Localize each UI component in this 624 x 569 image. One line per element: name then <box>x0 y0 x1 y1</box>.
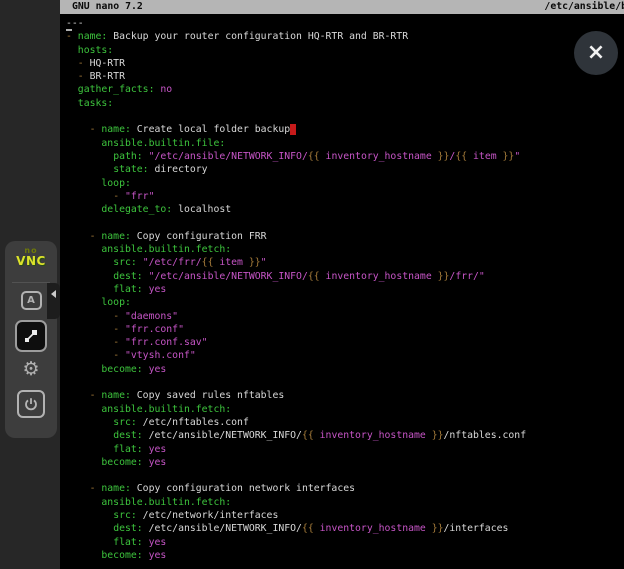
code-line: loop: <box>66 296 624 309</box>
drag-viewport-button[interactable] <box>15 320 47 352</box>
power-icon <box>23 396 39 412</box>
code-line: ansible.builtin.file: <box>66 137 624 150</box>
nano-filename: /etc/ansible/b <box>544 0 624 14</box>
screen: GNU nano 7.2 /etc/ansible/b ---- name: B… <box>0 0 624 569</box>
code-line: - name: Copy saved rules nftables <box>66 389 624 402</box>
code-line: dest: /etc/ansible/NETWORK_INFO/{{ inven… <box>66 522 624 535</box>
close-button[interactable]: × <box>574 31 618 75</box>
code-line: become: yes <box>66 549 624 562</box>
novnc-control-panel: no VNC A ⚙ <box>5 241 57 438</box>
code-line: - HQ-RTR <box>66 57 624 70</box>
code-line <box>66 110 624 123</box>
editor-content[interactable]: ---- name: Backup your router configurat… <box>60 14 624 569</box>
code-line <box>66 469 624 482</box>
code-line: - name: Create local folder backup <box>66 123 624 136</box>
settings-button[interactable]: ⚙ <box>17 357 45 381</box>
novnc-logo-bottom: VNC <box>5 255 57 267</box>
code-line: ansible.builtin.fetch: <box>66 403 624 416</box>
code-line: tasks: <box>66 97 624 110</box>
code-line: - "frr.conf" <box>66 323 624 336</box>
code-line: - BR-RTR <box>66 70 624 83</box>
code-line: ansible.builtin.fetch: <box>66 243 624 256</box>
nano-app-version: GNU nano 7.2 <box>72 0 143 14</box>
gear-icon: ⚙ <box>22 360 39 379</box>
code-line: src: /etc/nftables.conf <box>66 416 624 429</box>
code-line: ansible.builtin.fetch: <box>66 496 624 509</box>
code-line: delegate_to: localhost <box>66 203 624 216</box>
chevron-left-icon <box>51 290 56 298</box>
code-line: hosts: <box>66 44 624 57</box>
code-line: flat: yes <box>66 536 624 549</box>
extra-keys-button[interactable]: A <box>17 287 45 313</box>
code-line <box>66 216 624 229</box>
code-line: src: "/etc/frr/{{ item }}" <box>66 256 624 269</box>
novnc-logo: no VNC <box>5 247 57 267</box>
panel-collapse-handle[interactable] <box>47 283 60 319</box>
code-line: - "daemons" <box>66 310 624 323</box>
code-line <box>66 376 624 389</box>
code-line: dest: /etc/ansible/NETWORK_INFO/{{ inven… <box>66 429 624 442</box>
code-line: src: /etc/network/interfaces <box>66 509 624 522</box>
code-line: - "vtysh.conf" <box>66 349 624 362</box>
code-line: flat: yes <box>66 283 624 296</box>
keyboard-a-icon: A <box>21 291 42 310</box>
code-line: - "frr.conf.sav" <box>66 336 624 349</box>
close-icon: × <box>587 42 605 64</box>
code-line: --- <box>66 17 624 30</box>
terminal[interactable]: GNU nano 7.2 /etc/ansible/b ---- name: B… <box>60 0 624 569</box>
disconnect-button[interactable] <box>17 390 45 418</box>
code-line: become: yes <box>66 363 624 376</box>
code-line: - name: Backup your router configuration… <box>66 30 624 43</box>
code-line: gather_facts: no <box>66 83 624 96</box>
code-line: state: directory <box>66 163 624 176</box>
code-line: dest: "/etc/ansible/NETWORK_INFO/{{ inve… <box>66 270 624 283</box>
code-line: - name: Copy configuration FRR <box>66 230 624 243</box>
code-line: path: "/etc/ansible/NETWORK_INFO/{{ inve… <box>66 150 624 163</box>
drag-icon <box>23 328 39 344</box>
code-line: loop: <box>66 177 624 190</box>
code-line: - "frr" <box>66 190 624 203</box>
code-line: - name: Copy configuration network inter… <box>66 482 624 495</box>
panel-divider <box>12 282 50 283</box>
code-line: become: yes <box>66 456 624 469</box>
code-line: flat: yes <box>66 443 624 456</box>
nano-titlebar: GNU nano 7.2 /etc/ansible/b <box>60 0 624 14</box>
